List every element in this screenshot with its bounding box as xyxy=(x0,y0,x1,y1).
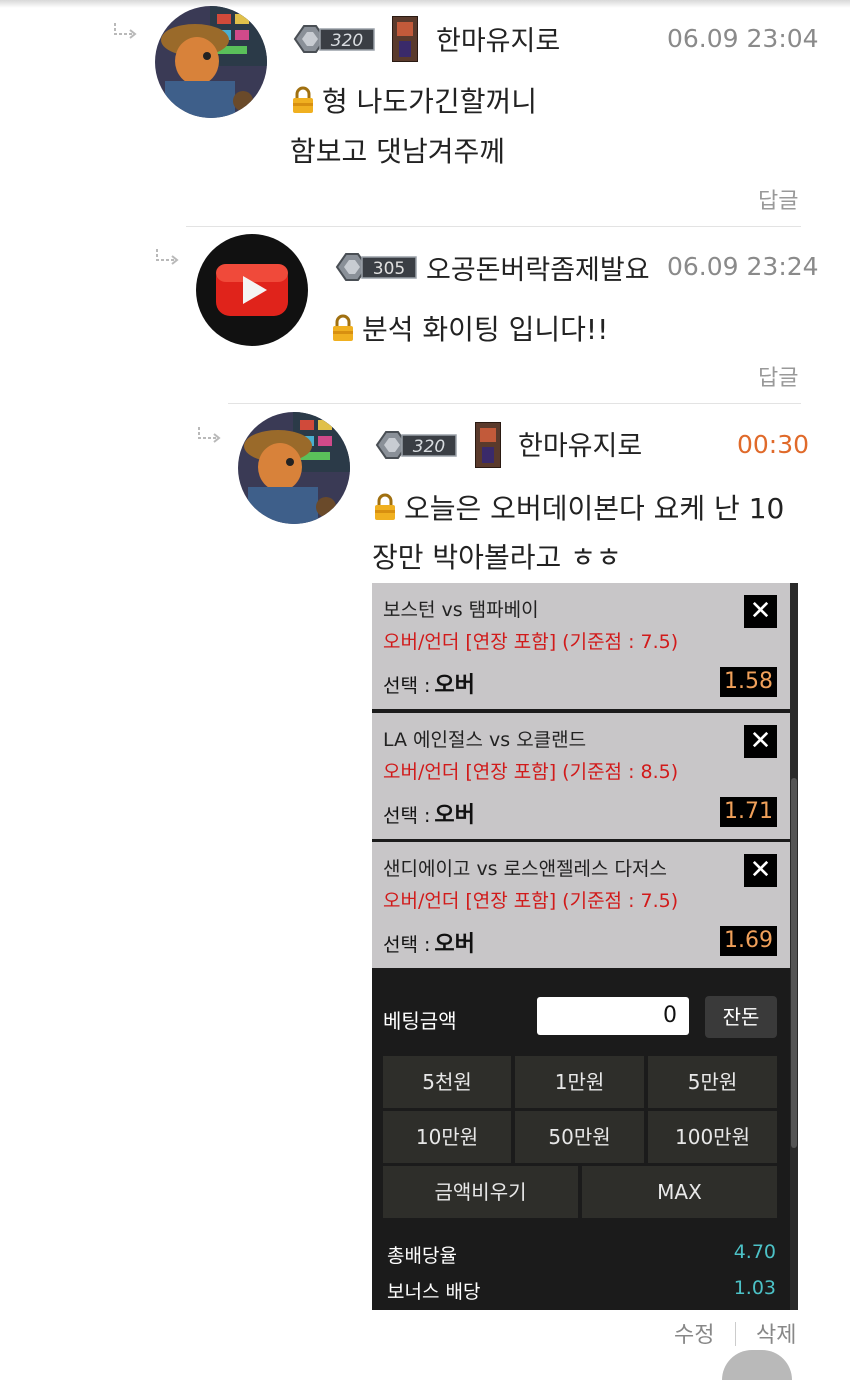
bonus-odds-label: 보너스 배당 xyxy=(387,1281,481,1303)
comment-line-2: 장만 박아볼라고 ㅎㅎ xyxy=(372,541,622,574)
comment-time: 06.09 23:04 xyxy=(667,24,819,53)
nickname[interactable]: 한마유지로 xyxy=(436,19,560,58)
comment-line-1: 오늘은 오버데이본다 요케 난 10 xyxy=(404,492,785,525)
level-badge: 305 xyxy=(334,250,420,284)
nickname[interactable]: 오공돈버락좀제발요 xyxy=(426,248,650,287)
bet-slip: 보스턴 vs 탬파베이 오버/언더 [연장 포함] (기준점 : 7.5) 선택… xyxy=(372,583,798,1310)
nickname[interactable]: 한마유지로 xyxy=(518,424,642,463)
comment-time: 06.09 23:24 xyxy=(667,252,819,281)
level-badge: 320 xyxy=(374,428,460,462)
choice-value: 오버 xyxy=(434,673,475,698)
max-button[interactable]: MAX xyxy=(582,1166,777,1218)
bet-amount-label: 베팅금액 xyxy=(383,1009,457,1033)
bet-slip-item: LA 에인절스 vs 오클랜드 오버/언더 [연장 포함] (기준점 : 8.5… xyxy=(372,713,790,839)
reply-arrow-icon xyxy=(112,22,138,40)
comment-line-2: 함보고 댓남겨주께 xyxy=(290,135,505,168)
bet-slip-item: 샌디에이고 vs 로스앤젤레스 다저스 오버/언더 [연장 포함] (기준점 :… xyxy=(372,842,790,968)
amount-button-500k[interactable]: 50만원 xyxy=(515,1111,644,1163)
market-name: 오버/언더 [연장 포함] (기준점 : 7.5) xyxy=(383,890,679,912)
amount-button-1m[interactable]: 100만원 xyxy=(648,1111,777,1163)
avatar[interactable] xyxy=(196,234,308,346)
market-name: 오버/언더 [연장 포함] (기준점 : 8.5) xyxy=(383,761,679,783)
lock-icon xyxy=(330,314,356,342)
lock-icon xyxy=(290,86,316,114)
comment-text-line: 오늘은 오버데이본다 요케 난 10 xyxy=(372,484,784,534)
close-icon[interactable]: ✕ xyxy=(744,725,777,758)
bet-amount-input[interactable]: 0 xyxy=(537,997,689,1035)
match-name: 보스턴 vs 탬파베이 xyxy=(383,599,539,621)
avatar[interactable] xyxy=(238,412,350,524)
choice: 선택 : 오버 xyxy=(383,797,475,829)
level-number: 320 xyxy=(413,437,445,457)
avatar[interactable] xyxy=(155,6,267,118)
level-badge: 320 xyxy=(292,22,378,56)
separator xyxy=(735,1322,736,1346)
total-odds-label: 총배당율 xyxy=(387,1245,457,1267)
bet-slip-item: 보스턴 vs 탬파베이 오버/언더 [연장 포함] (기준점 : 7.5) 선택… xyxy=(372,583,790,709)
profile-thumbnail xyxy=(475,422,501,468)
level-number: 320 xyxy=(331,31,363,51)
odds-value: 1.69 xyxy=(720,926,777,956)
comment-text-line: 형 나도가긴할꺼니 xyxy=(290,77,537,127)
reply-arrow-icon xyxy=(154,248,180,266)
match-name: 샌디에이고 vs 로스앤젤레스 다저스 xyxy=(383,858,667,880)
scrollbar[interactable] xyxy=(790,583,798,1310)
top-shadow xyxy=(0,0,850,8)
odds-value: 1.71 xyxy=(720,797,777,827)
scrollbar-thumb[interactable] xyxy=(791,778,797,1148)
choice-label: 선택 : xyxy=(383,675,431,697)
edit-button[interactable]: 수정 xyxy=(674,1317,714,1349)
reply-button[interactable]: 답글 xyxy=(758,183,798,215)
comment-text-line: 분석 화이팅 입니다!! xyxy=(330,305,608,355)
balance-button[interactable]: 잔돈 xyxy=(705,996,777,1038)
level-number: 305 xyxy=(373,259,405,279)
reply-arrow-icon xyxy=(196,426,222,444)
market-name: 오버/언더 [연장 포함] (기준점 : 7.5) xyxy=(383,631,679,653)
comment-time: 00:30 xyxy=(737,430,810,459)
delete-button[interactable]: 삭제 xyxy=(756,1317,796,1349)
choice-label: 선택 : xyxy=(383,934,431,956)
clear-amount-button[interactable]: 금액비우기 xyxy=(383,1166,578,1218)
floating-button[interactable] xyxy=(722,1350,792,1380)
comment-line-1: 분석 화이팅 입니다!! xyxy=(362,313,609,346)
odds-value: 1.58 xyxy=(720,667,777,697)
amount-button-10k[interactable]: 1만원 xyxy=(515,1056,644,1108)
lock-icon xyxy=(372,493,398,521)
amount-button-50k[interactable]: 5만원 xyxy=(648,1056,777,1108)
choice: 선택 : 오버 xyxy=(383,926,475,958)
amount-button-5k[interactable]: 5천원 xyxy=(383,1056,511,1108)
divider xyxy=(228,403,801,404)
profile-thumbnail xyxy=(392,16,418,62)
choice: 선택 : 오버 xyxy=(383,667,475,699)
comment-line-1: 형 나도가긴할꺼니 xyxy=(322,85,537,118)
match-name: LA 에인절스 vs 오클랜드 xyxy=(383,729,587,751)
reply-button[interactable]: 답글 xyxy=(758,360,798,392)
close-icon[interactable]: ✕ xyxy=(744,595,777,628)
divider xyxy=(186,226,801,227)
total-odds-value: 4.70 xyxy=(733,1241,776,1263)
bonus-odds-value: 1.03 xyxy=(733,1277,776,1299)
choice-value: 오버 xyxy=(434,803,475,828)
choice-label: 선택 : xyxy=(383,805,431,827)
amount-button-100k[interactable]: 10만원 xyxy=(383,1111,511,1163)
choice-value: 오버 xyxy=(434,932,475,957)
close-icon[interactable]: ✕ xyxy=(744,854,777,887)
